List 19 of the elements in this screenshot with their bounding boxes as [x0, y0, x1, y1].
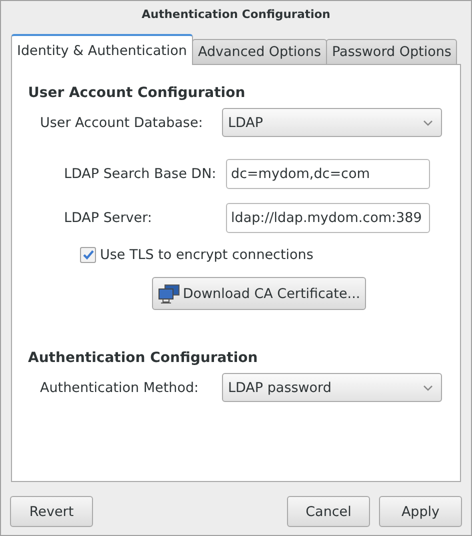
field-label: User Account Database: — [40, 114, 204, 130]
text-field[interactable]: dc=mydom,dc=com — [226, 159, 430, 189]
database-dropdown[interactable]: LDAP — [222, 108, 442, 137]
tab[interactable]: Password Options — [326, 39, 458, 65]
window-title: Authentication Configuration — [140, 6, 332, 22]
tls-checkbox[interactable]: Use TLS to encrypt connections — [28, 247, 460, 263]
download-certificate-button[interactable]: Download CA Certificate... — [152, 277, 366, 310]
field-label: Authentication Method: — [40, 380, 200, 396]
section-heading: User Account Configuration — [28, 85, 246, 101]
revert-button[interactable]: Revert — [10, 496, 93, 527]
field-label: LDAP Search Base DN: — [64, 166, 218, 182]
method-dropdown[interactable]: LDAP password — [222, 373, 442, 402]
cancel-button[interactable]: Cancel — [287, 496, 370, 527]
tab[interactable]: Identity & Authentication — [11, 34, 193, 65]
field-label: LDAP Server: — [64, 210, 153, 226]
apply-button[interactable]: Apply — [379, 496, 462, 527]
text-field[interactable]: ldap://ldap.mydom.com:389 — [226, 203, 430, 233]
section-heading: Authentication Configuration — [28, 350, 259, 366]
tab[interactable]: Advanced Options — [192, 39, 328, 65]
